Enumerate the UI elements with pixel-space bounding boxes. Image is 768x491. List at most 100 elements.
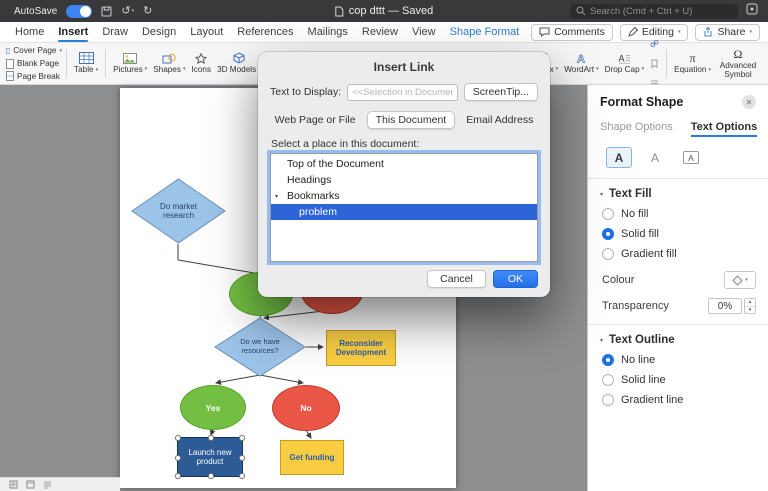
flowchart-box-launch[interactable]: Launch new product — [177, 437, 243, 477]
transparency-label: Transparency — [602, 300, 669, 312]
blank-page-button[interactable]: Blank Page — [6, 58, 62, 70]
stepper-up-icon[interactable]: ▲ — [745, 299, 755, 307]
chevron-down-icon: ▾ — [145, 67, 148, 72]
drop-cap-button[interactable]: A Drop Cap▾ — [602, 45, 648, 82]
text-fill-icon[interactable]: A — [606, 147, 632, 168]
ok-button[interactable]: OK — [493, 270, 538, 288]
tab-view[interactable]: View — [412, 22, 436, 42]
web-layout-view-icon[interactable] — [26, 476, 35, 491]
tab-insert[interactable]: Insert — [58, 22, 88, 42]
stepper-down-icon[interactable]: ▼ — [745, 307, 755, 314]
colour-picker-button[interactable]: ▾ — [724, 271, 756, 289]
draft-view-icon[interactable] — [43, 476, 52, 491]
tab-draw[interactable]: Draw — [102, 22, 128, 42]
list-item-problem[interactable]: problem — [271, 204, 537, 220]
search-icon — [576, 6, 586, 16]
selection-handle[interactable] — [208, 435, 214, 441]
flowchart-diamond-market-research[interactable]: Do market research — [131, 178, 226, 244]
list-item-bookmarks[interactable]: ▾ Bookmarks — [271, 188, 537, 204]
list-item-top-of-document[interactable]: Top of the Document — [271, 156, 537, 172]
tab-design[interactable]: Design — [142, 22, 176, 42]
selection-handle[interactable] — [239, 473, 245, 479]
table-button[interactable]: Table▾ — [71, 45, 101, 82]
tab-text-options[interactable]: Text Options — [691, 121, 757, 137]
pictures-button[interactable]: Pictures▾ — [110, 45, 150, 82]
3d-models-button[interactable]: 3D Models▾ — [214, 45, 264, 82]
paint-bucket-icon — [732, 275, 743, 286]
wordart-button[interactable]: A WordArt▾ — [561, 45, 601, 82]
cover-page-button[interactable]: Cover Page▾ — [6, 45, 62, 57]
selection-handle[interactable] — [175, 455, 181, 461]
panel-title: Format Shape — [600, 95, 683, 109]
close-icon[interactable]: ✕ — [742, 95, 756, 109]
flowchart-box-reconsider[interactable]: Reconsider Development — [326, 330, 396, 366]
radio-gradient-line[interactable]: Gradient line — [600, 394, 756, 406]
cancel-button[interactable]: Cancel — [427, 270, 486, 288]
app-menu-icon[interactable] — [746, 2, 758, 20]
tab-layout[interactable]: Layout — [190, 22, 223, 42]
page-break-button[interactable]: Page Break — [6, 70, 62, 82]
text-outline-section-header[interactable]: ▾ Text Outline — [600, 334, 756, 346]
link-icon[interactable] — [650, 35, 659, 53]
selection-handle[interactable] — [239, 455, 245, 461]
undo-button[interactable]: ↺▾ — [121, 6, 134, 17]
radio-circle[interactable] — [602, 208, 614, 220]
transparency-stepper[interactable]: ▲▼ — [744, 298, 756, 314]
comments-button[interactable]: Comments — [531, 24, 613, 41]
share-button[interactable]: Share ▾ — [695, 24, 760, 41]
radio-no-line[interactable]: No line — [600, 354, 756, 366]
save-icon[interactable] — [101, 6, 112, 17]
flowchart-diamond-resources[interactable]: Do we have resources? — [214, 317, 306, 377]
radio-circle[interactable] — [602, 248, 614, 260]
radio-solid-fill[interactable]: Solid fill — [600, 228, 756, 240]
radio-circle[interactable] — [602, 374, 614, 386]
equation-button[interactable]: π Equation▾ — [671, 45, 714, 82]
dialog-tab-this-document[interactable]: This Document — [367, 111, 456, 129]
radio-circle-selected[interactable] — [602, 354, 614, 366]
search-input[interactable] — [590, 6, 732, 17]
dialog-tab-web-page-or-file[interactable]: Web Page or File — [266, 111, 365, 129]
list-item-headings[interactable]: Headings — [271, 172, 537, 188]
tab-home[interactable]: Home — [15, 22, 44, 42]
tab-references[interactable]: References — [237, 22, 293, 42]
print-layout-view-icon[interactable] — [9, 476, 18, 491]
text-to-display-input[interactable] — [347, 84, 458, 101]
svg-text:A: A — [577, 53, 585, 64]
flowchart-ellipse-no[interactable]: No — [272, 385, 340, 431]
chevron-down-icon: ▾ — [642, 67, 645, 72]
flowchart-ellipse-yes[interactable]: Yes — [180, 385, 246, 430]
radio-solid-line[interactable]: Solid line — [600, 374, 756, 386]
tab-shape-format[interactable]: Shape Format — [450, 22, 520, 42]
tab-mailings[interactable]: Mailings — [308, 22, 348, 42]
equation-icon: π — [690, 52, 696, 64]
shapes-button[interactable]: Shapes▾ — [150, 45, 188, 82]
selection-handle[interactable] — [239, 435, 245, 441]
redo-button[interactable]: ↻ — [143, 6, 152, 17]
text-box-layout-icon[interactable]: A — [678, 147, 704, 168]
text-to-display-label: Text to Display: — [270, 86, 341, 98]
radio-circle-selected[interactable] — [602, 228, 614, 240]
search-field[interactable] — [570, 4, 738, 19]
disclosure-triangle-icon[interactable]: ▾ — [275, 193, 287, 200]
flowchart-box-get-funding[interactable]: Get funding — [280, 440, 344, 475]
document-places-list[interactable]: Top of the Document Headings ▾ Bookmarks… — [270, 153, 538, 262]
icons-button[interactable]: Icons — [188, 45, 214, 82]
selection-handle[interactable] — [208, 473, 214, 479]
text-effects-icon[interactable]: A — [642, 147, 668, 168]
dialog-tab-email-address[interactable]: Email Address — [457, 111, 542, 129]
tab-review[interactable]: Review — [362, 22, 398, 42]
selection-handle[interactable] — [175, 435, 181, 441]
radio-circle[interactable] — [602, 394, 614, 406]
chevron-down-icon: ▾ — [708, 68, 711, 73]
bookmark-icon[interactable] — [650, 55, 659, 73]
radio-no-fill[interactable]: No fill — [600, 208, 756, 220]
radio-gradient-fill[interactable]: Gradient fill — [600, 248, 756, 260]
shapes-icon — [162, 53, 176, 64]
autosave-toggle[interactable] — [66, 5, 92, 18]
selection-handle[interactable] — [175, 473, 181, 479]
text-fill-section-header[interactable]: ▾ Text Fill — [600, 188, 756, 200]
screentip-button[interactable]: ScreenTip... — [464, 83, 538, 101]
transparency-value-input[interactable]: 0% — [708, 298, 742, 314]
advanced-symbol-button[interactable]: Ω Advanced Symbol — [714, 45, 762, 82]
tab-shape-options[interactable]: Shape Options — [600, 121, 673, 137]
